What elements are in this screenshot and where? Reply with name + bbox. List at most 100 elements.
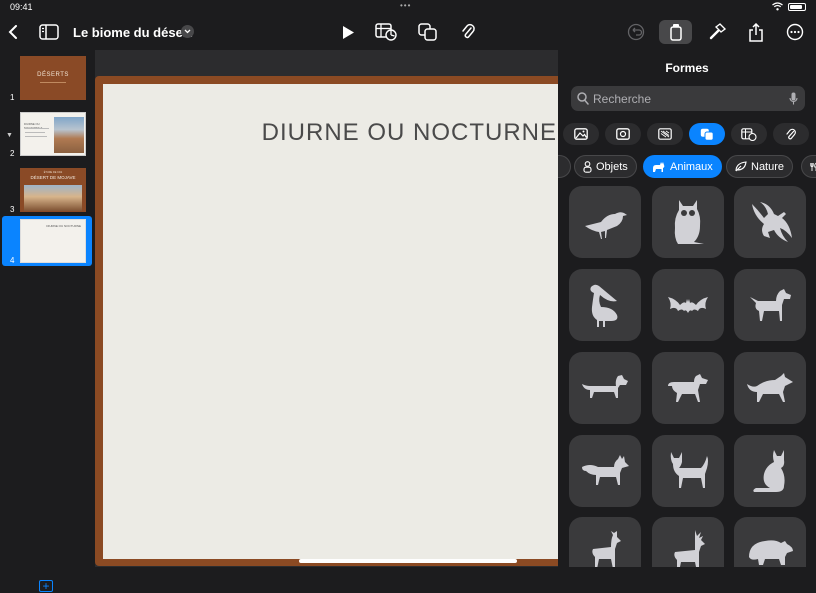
shape-fox[interactable] xyxy=(569,435,641,507)
shape-crow[interactable] xyxy=(569,186,641,258)
slide-thumbnail-4[interactable]: DIURNE OU NOCTURNE 4 xyxy=(2,216,92,266)
image-icon xyxy=(574,128,588,140)
table-chart-icon xyxy=(375,23,397,41)
category-nature[interactable]: Nature xyxy=(726,155,794,178)
shapes-icon xyxy=(418,23,437,41)
dog-walking-icon xyxy=(668,374,708,402)
multitasking-dots[interactable]: ••• xyxy=(400,1,411,10)
add-slide-button[interactable]: + xyxy=(39,580,53,592)
category-objets[interactable]: Objets xyxy=(574,155,637,178)
shape-cat[interactable] xyxy=(652,435,724,507)
cat-icon xyxy=(653,161,665,172)
slide-number: 2 xyxy=(10,149,15,158)
slide-1-preview: DÉSERTS xyxy=(20,56,86,100)
tab-attachments[interactable] xyxy=(773,123,809,145)
sidebar-icon xyxy=(39,24,59,40)
shape-dog[interactable] xyxy=(734,269,806,341)
play-button[interactable] xyxy=(337,20,359,44)
search-field[interactable] xyxy=(571,86,805,111)
slide-number: 4 xyxy=(10,256,15,265)
chevron-left-icon xyxy=(8,25,17,39)
search-input[interactable] xyxy=(593,86,783,111)
paperclip-icon xyxy=(462,23,475,39)
navigator-toggle-button[interactable] xyxy=(38,20,60,44)
slide-thumbnail-3[interactable]: ÉTUDE DE CAS DÉSERT DE MOJAVE 3 xyxy=(2,165,92,215)
attachment-icon xyxy=(786,128,796,139)
share-icon xyxy=(749,22,763,42)
toolbar: Le biome du désert xyxy=(0,14,816,50)
cat-sitting-icon xyxy=(753,450,785,492)
stag-icon xyxy=(674,530,705,567)
slide-navigator: DÉSERTS 1 ▼ DIURNE OU NOCTURNE ? 2 ÉTUDE… xyxy=(0,50,95,592)
title-menu-chevron-icon[interactable] xyxy=(181,25,194,38)
microphone-icon[interactable] xyxy=(789,92,798,105)
shape-cat-sitting[interactable] xyxy=(734,435,806,507)
insert-media-button[interactable] xyxy=(457,20,479,44)
objects-icon xyxy=(583,160,592,173)
shape-eagle[interactable] xyxy=(734,186,806,258)
shapes-icon xyxy=(700,128,714,141)
insert-table-button[interactable] xyxy=(374,20,398,44)
shape-dachshund[interactable] xyxy=(569,352,641,424)
dog-icon xyxy=(750,289,791,321)
shape-deer[interactable] xyxy=(569,517,641,567)
shape-dog-walking[interactable] xyxy=(652,352,724,424)
category-label: Animaux xyxy=(670,160,713,173)
ellipsis-circle-icon xyxy=(786,23,804,41)
media-icon xyxy=(616,128,630,140)
slide-thumbnail-2[interactable]: DIURNE OU NOCTURNE ? 2 xyxy=(2,109,92,159)
undo-button[interactable] xyxy=(625,20,647,44)
chart-icon xyxy=(658,128,672,140)
fox-icon xyxy=(582,455,629,485)
slide-4-title: DIURNE OU NOCTURNE xyxy=(46,224,81,228)
tab-images[interactable] xyxy=(563,123,599,145)
slide-3-subtitle: ÉTUDE DE CAS xyxy=(43,171,63,174)
more-button[interactable] xyxy=(784,20,806,44)
slide-heading[interactable]: DIURNE OU NOCTURNE xyxy=(262,119,557,147)
status-time: 09:41 xyxy=(10,2,33,12)
shape-wolf[interactable] xyxy=(734,352,806,424)
back-button[interactable] xyxy=(4,20,22,44)
slide-page[interactable]: DIURNE OU NOCTURNE xyxy=(103,84,565,559)
tab-media[interactable] xyxy=(605,123,641,145)
slide-4-preview: DIURNE OU NOCTURNE xyxy=(20,219,86,263)
tab-shapes[interactable] xyxy=(689,123,725,145)
shape-pelican[interactable] xyxy=(569,269,641,341)
tab-charts[interactable] xyxy=(647,123,683,145)
pelican-icon xyxy=(590,284,618,327)
crow-icon xyxy=(585,212,627,239)
category-label: Objets xyxy=(596,160,628,173)
slide-number: 3 xyxy=(10,205,15,214)
shape-owl[interactable] xyxy=(652,186,724,258)
bear-icon xyxy=(749,540,793,565)
play-icon xyxy=(343,25,354,39)
insert-shape-button[interactable] xyxy=(417,20,439,44)
slide-canvas: DIURNE OU NOCTURNE xyxy=(95,50,565,567)
shape-categories: Objets Animaux Nature xyxy=(558,155,816,178)
tools-button[interactable] xyxy=(706,20,728,44)
share-button[interactable] xyxy=(745,20,767,44)
tab-tables[interactable] xyxy=(731,123,767,145)
shape-bat[interactable] xyxy=(652,269,724,341)
hammer-icon xyxy=(709,23,726,40)
panel-title: Formes xyxy=(665,61,709,75)
format-button[interactable] xyxy=(659,20,692,44)
slide-1-title: DÉSERTS xyxy=(37,72,69,78)
wolf-icon xyxy=(747,373,793,402)
category-animaux[interactable]: Animaux xyxy=(643,155,722,178)
slide-3-title: DÉSERT DE MOJAVE xyxy=(30,175,76,180)
format-icon xyxy=(669,24,682,41)
slide-frame[interactable]: DIURNE OU NOCTURNE xyxy=(95,76,565,566)
category-food[interactable] xyxy=(801,155,816,178)
slide-thumbnail-1[interactable]: DÉSERTS 1 xyxy=(2,53,92,103)
shape-bear[interactable] xyxy=(734,517,806,567)
food-icon xyxy=(810,162,816,171)
category-partial[interactable] xyxy=(558,155,571,178)
eagle-icon xyxy=(752,202,792,242)
document-title[interactable]: Le biome du désert xyxy=(73,25,192,40)
status-bar: 09:41 ••• xyxy=(0,0,816,14)
shape-stag[interactable] xyxy=(652,517,724,567)
undo-icon xyxy=(627,23,645,41)
home-indicator[interactable] xyxy=(299,559,517,563)
deer-icon xyxy=(592,531,621,567)
